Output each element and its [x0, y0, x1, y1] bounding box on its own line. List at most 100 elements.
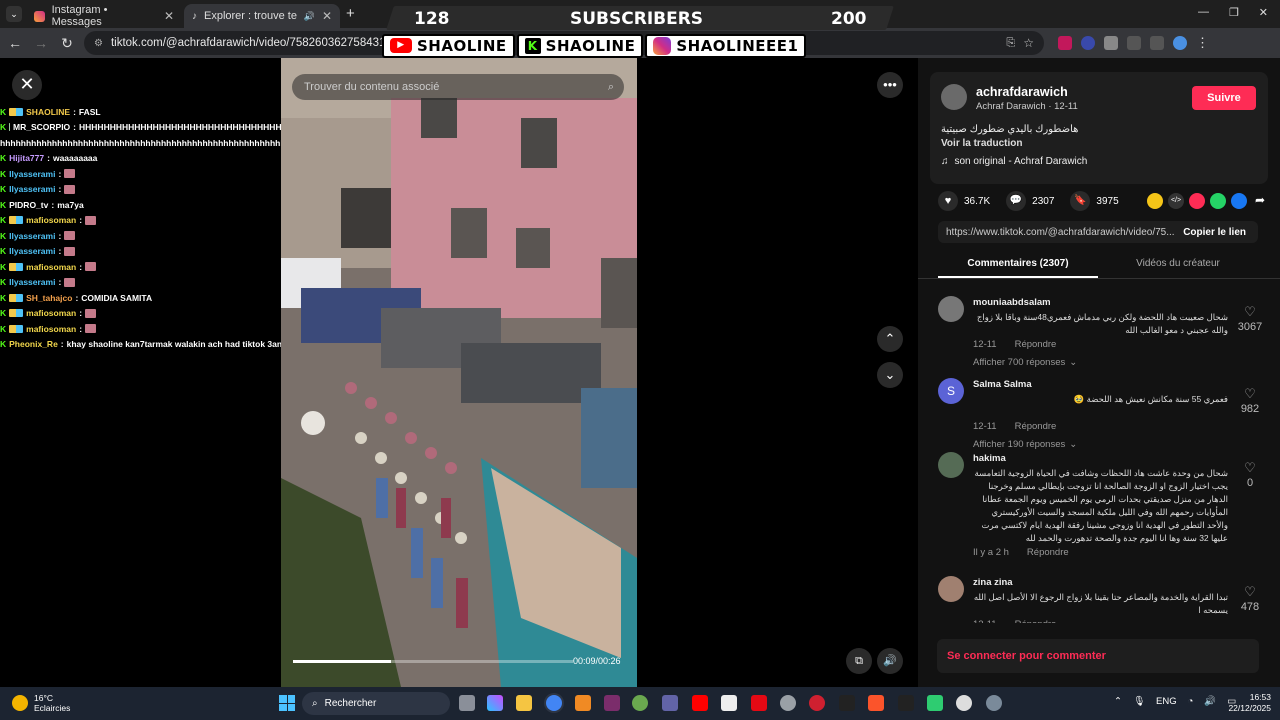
site-info-icon[interactable]: ⚙: [94, 38, 103, 49]
chat-username[interactable]: Ilyasserami: [9, 246, 55, 256]
chat-username[interactable]: Ilyasserami: [9, 184, 55, 194]
show-replies-button[interactable]: Afficher 190 réponses ⌄: [973, 439, 1077, 450]
menu-icon[interactable]: ⋮: [1196, 35, 1209, 51]
commenter-avatar[interactable]: [938, 452, 964, 478]
copy-link-button[interactable]: Copier le lien: [1183, 227, 1246, 238]
app-icon[interactable]: [632, 695, 648, 711]
puzzle-icon[interactable]: [1127, 36, 1141, 50]
extension-icon[interactable]: [1081, 36, 1095, 50]
back-icon[interactable]: ←: [2, 35, 28, 51]
chat-username[interactable]: mafiosoman: [26, 262, 76, 272]
whatsapp-icon[interactable]: [1210, 193, 1226, 209]
new-tab-button[interactable]: +: [346, 5, 355, 22]
chat-username[interactable]: mafiosoman: [26, 215, 76, 225]
app-icon[interactable]: [604, 695, 620, 711]
app-icon[interactable]: [575, 695, 591, 711]
reload-icon[interactable]: ↻: [54, 35, 80, 52]
tab-instagram[interactable]: Instagram • Messages ✕: [26, 4, 182, 28]
author-avatar[interactable]: [941, 84, 967, 110]
microphone-icon[interactable]: 🎙: [1133, 696, 1145, 707]
chat-username[interactable]: mafiosoman: [26, 308, 76, 318]
install-icon[interactable]: ⎘: [1006, 37, 1015, 50]
tab-tiktok-explorer[interactable]: ♪ Explorer : trouve tes vidéo 🔊 ✕: [184, 4, 340, 28]
commenter-name[interactable]: mouniaabdsalam: [973, 297, 1051, 308]
media-icon[interactable]: [1150, 36, 1164, 50]
more-options-button[interactable]: •••: [877, 72, 903, 98]
app-icon[interactable]: [927, 695, 943, 711]
start-button[interactable]: [279, 695, 295, 711]
facebook-icon[interactable]: [1231, 193, 1247, 209]
weather-widget[interactable]: 16°C Eclaircies: [12, 693, 70, 713]
media-player-icon[interactable]: [956, 695, 972, 711]
comment-like-icon[interactable]: ♡: [1236, 460, 1264, 476]
close-tab-icon[interactable]: ✕: [322, 9, 332, 23]
chat-username[interactable]: Ilyasserami: [9, 169, 55, 179]
author-handle[interactable]: achrafdarawich: [976, 85, 1068, 99]
task-view-icon[interactable]: [459, 695, 475, 711]
app-icon[interactable]: [780, 695, 796, 711]
chat-username[interactable]: SHAOLINE: [26, 107, 70, 117]
profile-avatar[interactable]: [1173, 36, 1187, 50]
search-icon[interactable]: ⌕: [608, 81, 614, 94]
related-search-input[interactable]: Trouver du contenu associé ⌕: [292, 74, 624, 100]
tab-list-chevron-icon[interactable]: ⌄: [6, 6, 22, 22]
chat-username[interactable]: Pheonix_Re: [9, 339, 58, 349]
share-arrow-icon[interactable]: ➦: [1252, 193, 1268, 209]
chat-username[interactable]: Ilyasserami: [9, 231, 55, 241]
bookmark-star-icon[interactable]: ☆: [1023, 36, 1034, 50]
commenter-name[interactable]: Salma Salma: [973, 379, 1032, 390]
chrome-icon[interactable]: [546, 695, 562, 711]
reply-button[interactable]: Répondre: [1027, 547, 1069, 558]
teams-icon[interactable]: [662, 695, 678, 711]
login-to-comment-button[interactable]: Se connecter pour commenter: [937, 639, 1259, 673]
app-icon[interactable]: [898, 695, 914, 711]
show-replies-button[interactable]: Afficher 700 réponses ⌄: [973, 357, 1077, 368]
reply-button[interactable]: Répondre: [1015, 421, 1057, 432]
app-icon[interactable]: [721, 695, 737, 711]
tab-creator-videos[interactable]: Vidéos du créateur: [1098, 258, 1258, 278]
comment-like-icon[interactable]: ♡: [1236, 584, 1264, 600]
commenter-name[interactable]: hakima: [973, 453, 1006, 464]
tray-chevron-icon[interactable]: ⌃: [1114, 696, 1122, 707]
commenter-avatar[interactable]: S: [938, 378, 964, 404]
commenter-avatar[interactable]: [938, 296, 964, 322]
video-progress-track[interactable]: [293, 660, 573, 663]
chat-username[interactable]: PIDRO_tv: [9, 200, 48, 210]
maximize-icon[interactable]: ❐: [1229, 6, 1239, 19]
video-player[interactable]: 00:09/00:26: [281, 58, 637, 687]
reply-button[interactable]: Répondre: [1015, 339, 1057, 350]
file-explorer-icon[interactable]: [516, 695, 532, 711]
tab-comments[interactable]: Commentaires (2307): [938, 258, 1098, 278]
youtube-icon[interactable]: [692, 695, 708, 711]
close-video-button[interactable]: ✕: [12, 70, 42, 100]
brave-icon[interactable]: [868, 695, 884, 711]
chat-username[interactable]: Ilyasserami: [9, 277, 55, 287]
close-window-icon[interactable]: ✕: [1259, 6, 1268, 19]
extension-icon[interactable]: [1058, 36, 1072, 50]
volume-icon[interactable]: 🔊: [1204, 696, 1216, 707]
chat-username[interactable]: SH_tahajco: [26, 293, 72, 303]
language-indicator[interactable]: ENG: [1156, 696, 1177, 707]
see-translation-link[interactable]: Voir la traduction: [941, 138, 1023, 149]
coin-icon[interactable]: [1147, 193, 1163, 209]
clock[interactable]: 16:53 22/12/2025: [1219, 692, 1271, 714]
sound-link[interactable]: ♫ son original - Achraf Darawich: [941, 156, 1087, 167]
comment-like-icon[interactable]: ♡: [1236, 386, 1264, 402]
chat-username[interactable]: MR_SCORPIO: [13, 122, 70, 132]
commenter-name[interactable]: zina zina: [973, 577, 1013, 588]
wifi-icon[interactable]: ◔: [1188, 696, 1194, 707]
copilot-icon[interactable]: [487, 695, 503, 711]
comment-icon[interactable]: 💬: [1006, 191, 1027, 211]
commenter-avatar[interactable]: [938, 576, 964, 602]
settings-icon[interactable]: [986, 695, 1002, 711]
volume-button[interactable]: 🔊: [877, 648, 903, 674]
app-icon[interactable]: [839, 695, 855, 711]
picture-in-picture-button[interactable]: ⧉: [846, 648, 872, 674]
reply-button[interactable]: Répondre: [1015, 619, 1057, 623]
minimize-icon[interactable]: —: [1198, 6, 1209, 19]
app-icon[interactable]: [809, 695, 825, 711]
embed-icon[interactable]: </>: [1168, 193, 1184, 209]
forward-icon[interactable]: →: [28, 35, 54, 51]
next-video-button[interactable]: ⌄: [877, 362, 903, 388]
comment-like-icon[interactable]: ♡: [1236, 304, 1264, 320]
